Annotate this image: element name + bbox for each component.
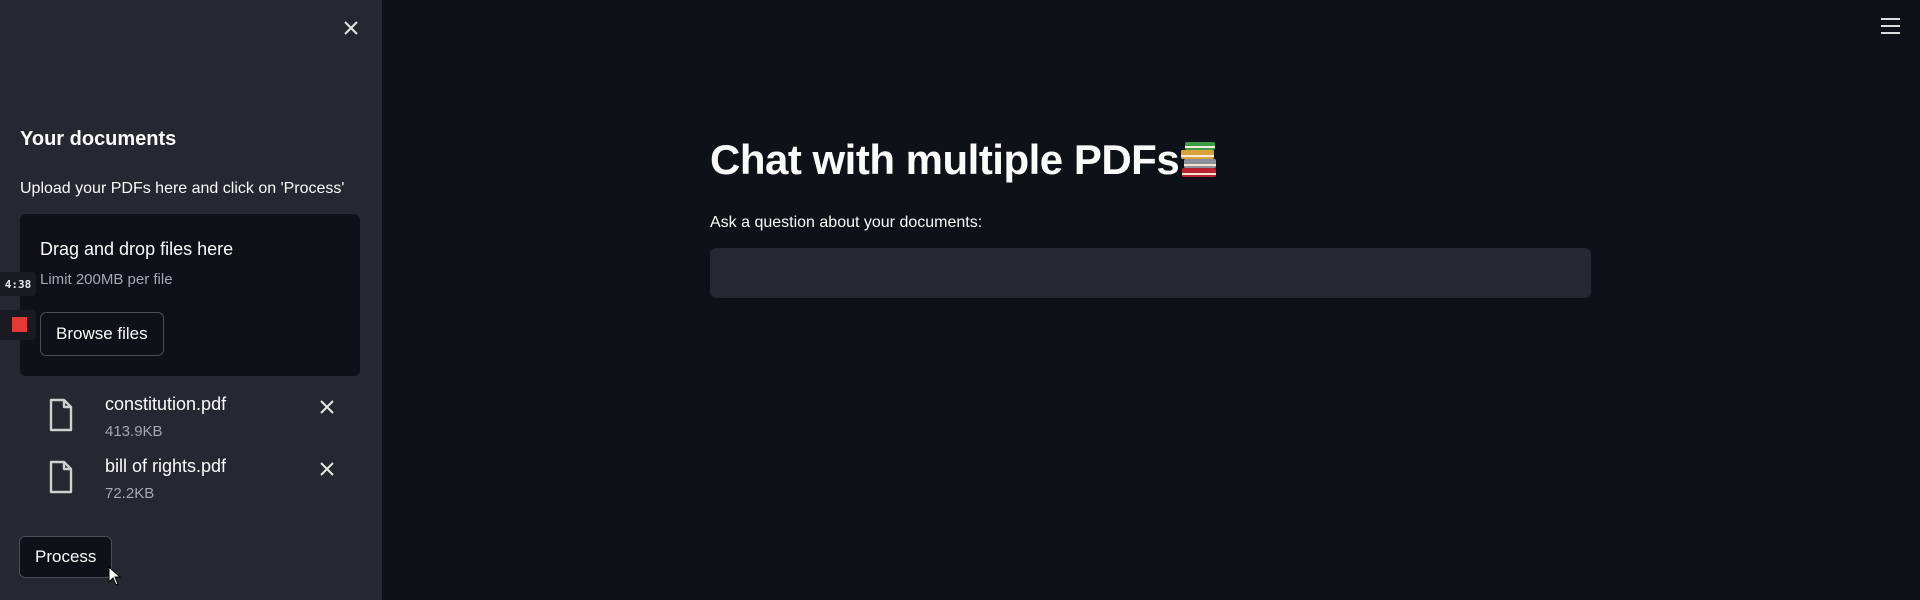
- file-size: 413.9KB: [105, 423, 163, 440]
- file-icon: [49, 398, 73, 432]
- file-size: 72.2KB: [105, 485, 155, 502]
- stop-icon: [12, 317, 27, 332]
- remove-file-button[interactable]: [314, 394, 340, 420]
- sidebar-title: Your documents: [20, 128, 177, 150]
- dropzone-limit: Limit 200MB per file: [40, 271, 173, 288]
- file-icon: [49, 460, 73, 494]
- mouse-cursor-icon: [108, 566, 122, 586]
- file-dropzone[interactable]: Drag and drop files here Limit 200MB per…: [20, 214, 360, 376]
- record-stop-button[interactable]: [0, 310, 36, 340]
- close-icon: [320, 400, 334, 414]
- close-icon: [344, 21, 358, 35]
- process-button[interactable]: Process: [19, 536, 113, 578]
- file-name: constitution.pdf: [105, 394, 227, 414]
- uploaded-file-item: constitution.pdf 413.9KB: [48, 394, 348, 450]
- question-label: Ask a question about your documents:: [710, 214, 983, 231]
- sidebar: Your documents Upload your PDFs here and…: [0, 0, 382, 600]
- close-icon: [320, 462, 334, 476]
- uploaded-file-item: bill of rights.pdf 72.2KB: [48, 456, 348, 512]
- main-menu-button[interactable]: [1878, 14, 1904, 38]
- page-title: Chat with multiple PDFs: [710, 136, 1180, 183]
- sidebar-close-button[interactable]: [337, 14, 365, 42]
- remove-file-button[interactable]: [314, 456, 340, 482]
- recording-timer: 4:38: [0, 272, 36, 296]
- sidebar-description: Upload your PDFs here and click on 'Proc…: [20, 180, 345, 197]
- books-icon: [1181, 142, 1216, 177]
- file-name: bill of rights.pdf: [105, 456, 227, 476]
- hamburger-menu-icon: [1881, 18, 1900, 20]
- dropzone-title: Drag and drop files here: [40, 239, 234, 259]
- browse-files-button[interactable]: Browse files: [40, 312, 164, 356]
- question-input[interactable]: [710, 248, 1591, 298]
